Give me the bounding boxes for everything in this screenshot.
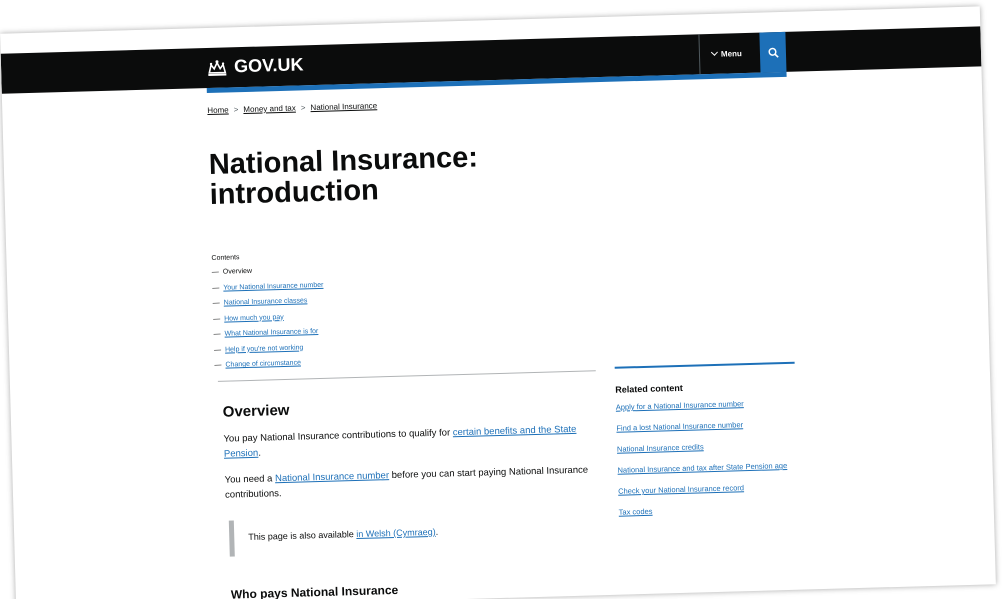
breadcrumb-money-and-tax[interactable]: Money and tax [243,104,296,114]
welsh-link[interactable]: in Welsh (Cymraeg) [356,527,436,539]
overview-paragraph-2: You need a National Insurance number bef… [224,462,601,502]
related-link-check-ni-record[interactable]: Check your National Insurance record [618,483,744,496]
breadcrumb-home[interactable]: Home [207,105,229,115]
related-item: Check your National Insurance record [618,482,798,497]
contents-link[interactable]: What National Insurance is for [224,324,318,342]
page-title-line-2: introduction [209,174,380,211]
breadcrumb-separator: > [233,105,239,115]
related-item: Find a lost National Insurance number [616,419,796,434]
logo-text: GOV.UK [233,54,304,77]
related-item: National Insurance and tax after State P… [617,461,797,476]
browser-page: GOV.UK Menu Home > Money and tax > Natio… [0,6,996,599]
inset-text-end: . [435,526,439,537]
chevron-down-icon [710,48,718,56]
breadcrumb-separator: > [300,103,306,113]
related-item: Tax codes [619,503,799,518]
contents-dash: — [212,284,220,292]
crown-icon [208,59,227,76]
page: GOV.UK Menu Home > Money and tax > Natio… [0,0,1006,599]
paragraph-text: You need a [224,473,276,486]
national-insurance-number-link[interactable]: National Insurance number [275,470,389,484]
paragraph-text: You pay National Insurance contributions… [223,427,453,445]
contents-dash: — [212,299,220,307]
contents-heading: Contents [211,254,240,262]
related-link-ni-tax-after-pension-age[interactable]: National Insurance and tax after State P… [617,461,787,475]
contents-list: Contents — Overview — Your National Insu… [211,252,325,374]
who-pays-heading: Who pays National Insurance [230,582,399,599]
related-content-heading: Related content [615,382,683,395]
page-title: National Insurance: introduction [208,142,479,211]
related-links: Apply for a National Insurance number Fi… [616,398,799,518]
related-link-tax-codes[interactable]: Tax codes [619,507,653,517]
overview-heading: Overview [222,401,290,421]
contents-item-label: Overview [222,267,253,276]
govuk-logo-link[interactable]: GOV.UK [206,54,304,78]
contents-dash: — [213,330,221,338]
contents-dash: — [211,268,219,276]
contents-dash: — [213,315,221,323]
related-content: Related content Apply for a National Ins… [614,361,800,529]
contents-item-what-national-insurance-is-for: — What National Insurance is for [213,324,325,343]
menu-label: Menu [720,48,742,59]
breadcrumb-national-insurance[interactable]: National Insurance [310,101,377,112]
search-button[interactable] [759,31,787,73]
contents-dash: — [213,346,222,354]
contents-items: — Overview — Your National Insurance num… [212,262,326,374]
overview-paragraph-1: You pay National Insurance contributions… [223,421,600,461]
paragraph-text: . [258,447,262,459]
menu-button[interactable]: Menu [698,32,755,75]
search-icon [767,47,779,58]
related-link-ni-credits[interactable]: National Insurance credits [617,442,704,453]
contents-link[interactable]: National Insurance classes [224,293,308,311]
contents-link[interactable]: Your National Insurance number [223,277,324,295]
breadcrumb: Home > Money and tax > National Insuranc… [207,101,377,115]
inset-content: This page is also available in Welsh (Cy… [248,527,438,542]
contents-item-change-of-circumstance: — Change of circumstance [214,355,326,374]
section-divider [217,370,596,382]
inset-text: This page is also available [248,529,357,543]
related-link-find-lost-ni-number[interactable]: Find a lost National Insurance number [616,420,743,433]
related-item: National Insurance credits [617,440,797,455]
contents-item-national-insurance-classes: — National Insurance classes [213,293,325,312]
welsh-inset-text: This page is also available in Welsh (Cy… [228,510,585,557]
related-item: Apply for a National Insurance number [616,398,796,413]
related-link-apply-ni-number[interactable]: Apply for a National Insurance number [616,399,744,412]
contents-link[interactable]: How much you pay [224,309,284,326]
contents-dash: — [214,361,222,369]
contents-link[interactable]: Change of circumstance [225,356,301,374]
